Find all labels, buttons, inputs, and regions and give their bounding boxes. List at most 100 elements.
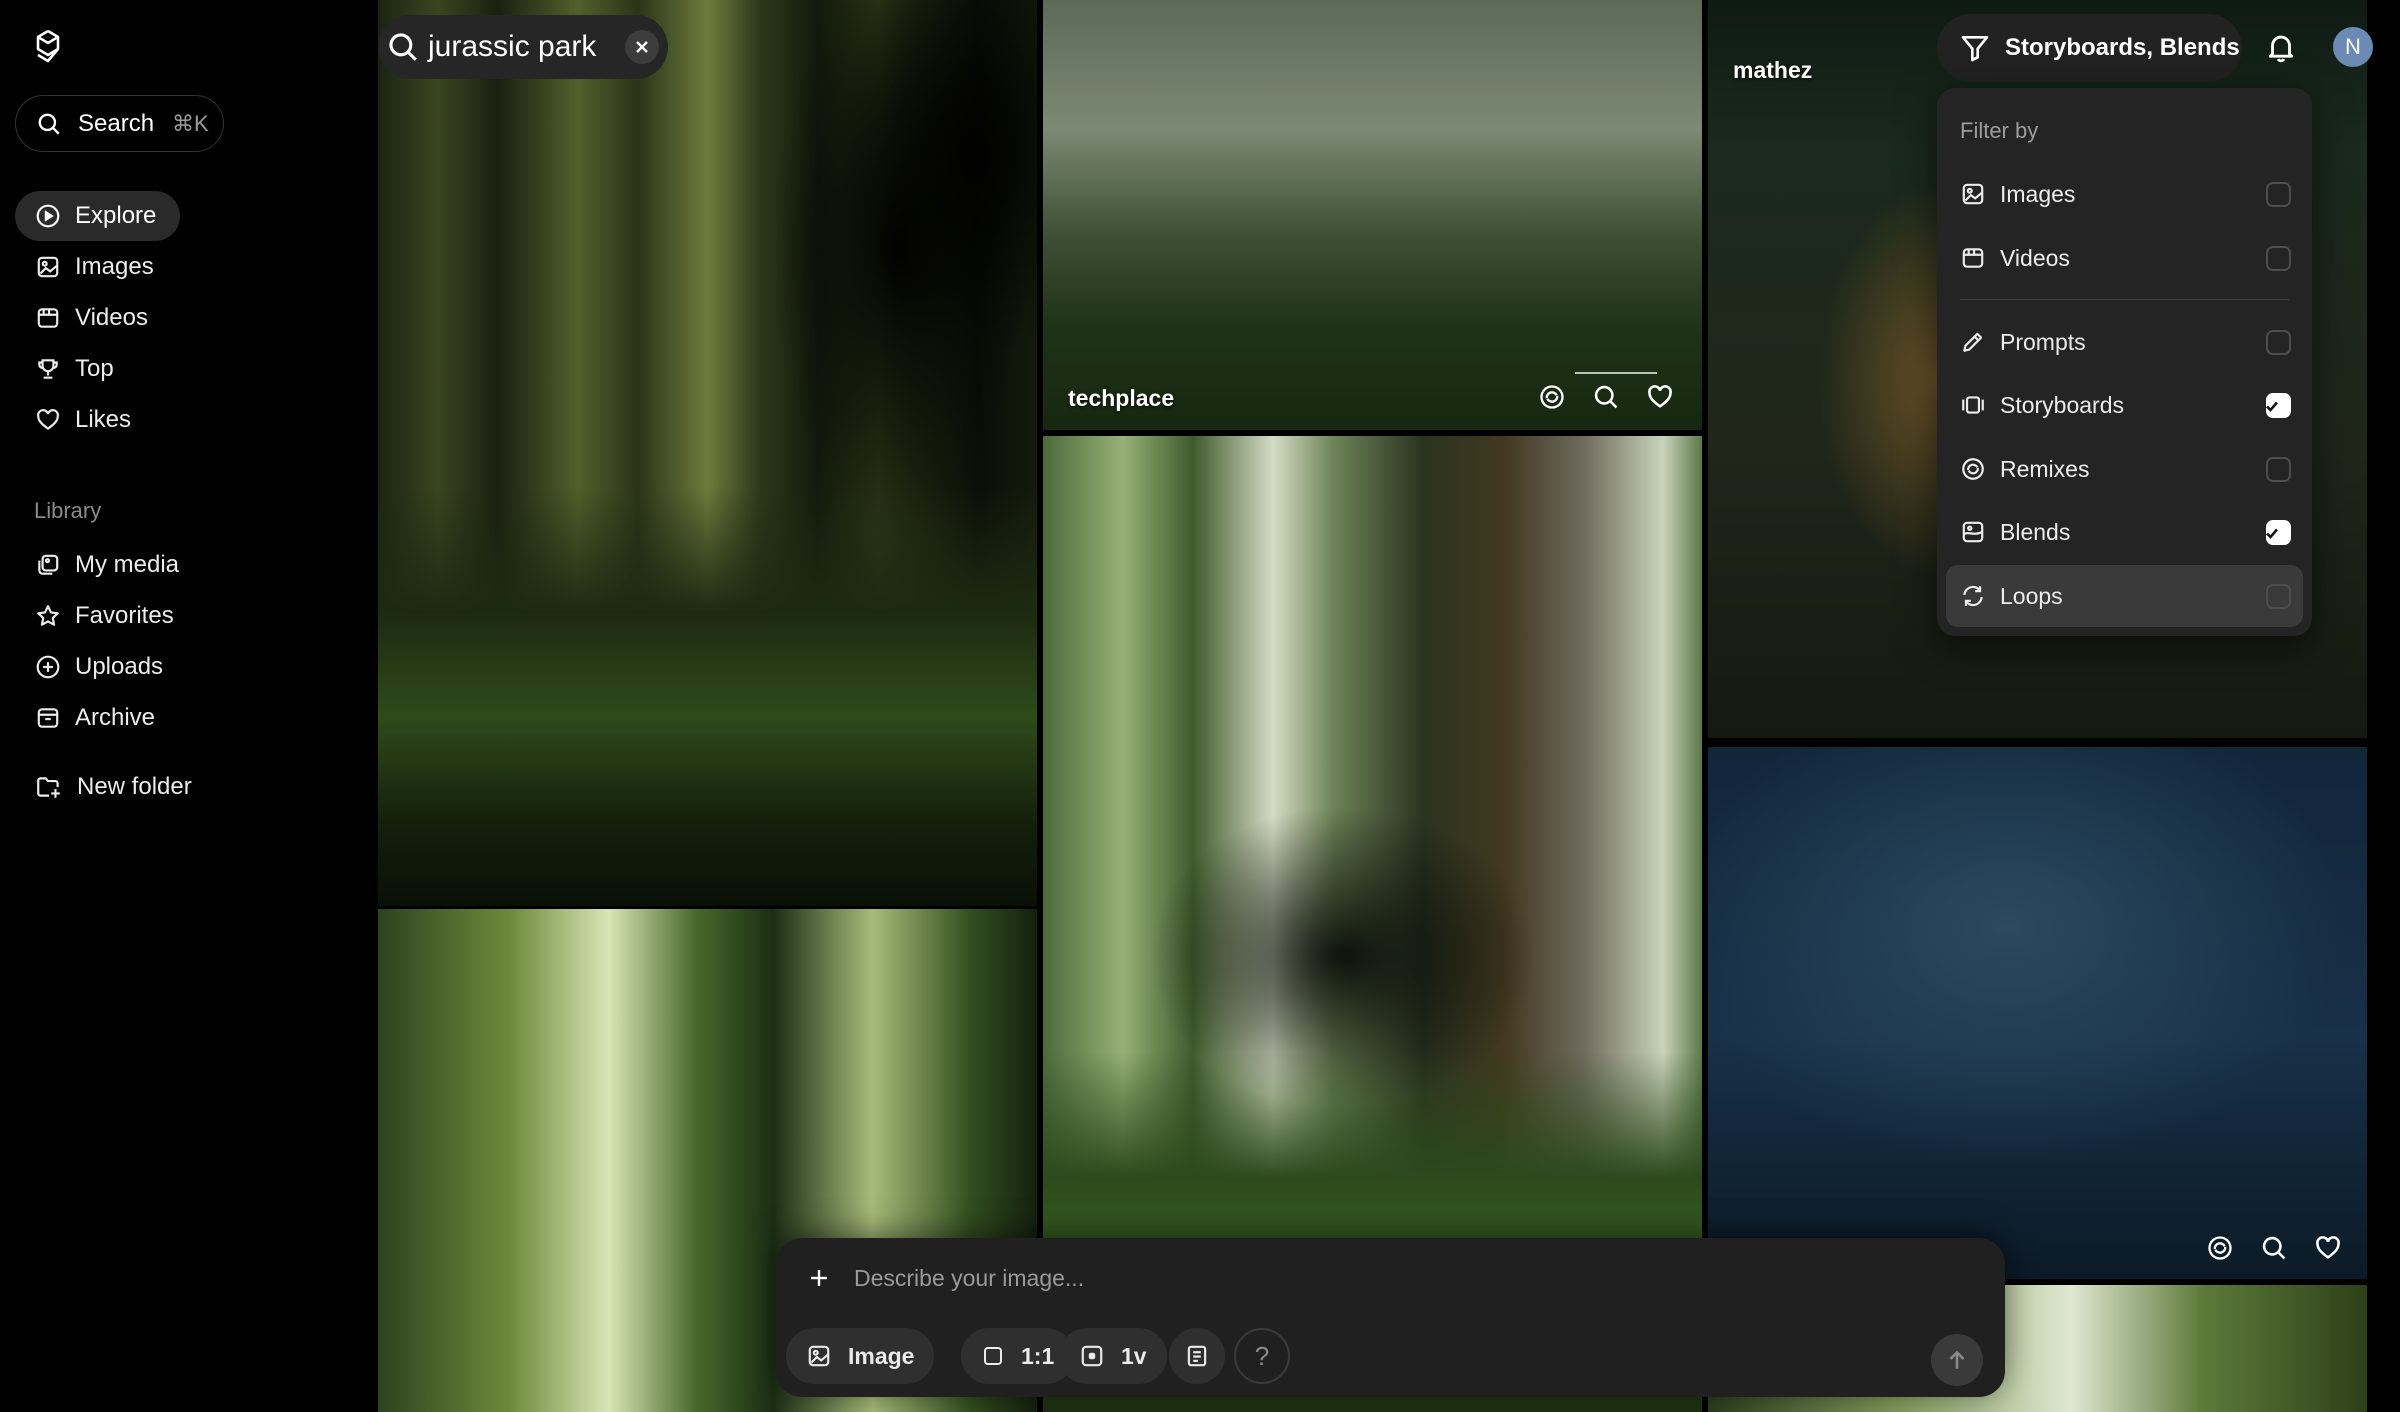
checkbox[interactable] (2266, 330, 2291, 355)
filter-dropdown: Filter by Images Videos Prompts Storyboa… (1937, 88, 2312, 636)
presets-button[interactable] (1169, 1328, 1225, 1384)
tile-username: mathez (1733, 57, 1813, 83)
filter-option-loops[interactable]: Loops (1946, 565, 2303, 627)
remix-icon[interactable] (2204, 1232, 2236, 1264)
video-icon (37, 308, 59, 328)
zoom-icon[interactable] (926, 854, 958, 886)
sidebar-item-favorites[interactable]: Favorites (15, 591, 198, 641)
sidebar-item-archive[interactable]: Archive (15, 693, 179, 743)
tile-username: techplace (1068, 385, 1175, 411)
new-folder-button[interactable]: New folder (15, 762, 216, 812)
media-tile[interactable]: bhk12 (378, 0, 1037, 906)
sidebar-item-label: Top (75, 355, 114, 382)
filter-button[interactable]: Storyboards, Blends (1937, 14, 2242, 82)
loop-icon (1963, 585, 1983, 607)
clear-search-button[interactable] (625, 30, 659, 64)
filter-option-label: Blends (2000, 518, 2071, 545)
filter-option-blends[interactable]: Blends (1946, 501, 2303, 563)
filter-option-label: Prompts (2000, 328, 2086, 355)
tile-actions (872, 854, 1012, 886)
filter-option-images[interactable]: Images (1946, 163, 2303, 225)
send-button[interactable] (1931, 1334, 1983, 1386)
notifications-bell-icon[interactable] (2260, 26, 2302, 68)
sidebar-item-uploads[interactable]: Uploads (15, 642, 187, 692)
sidebar-item-videos[interactable]: Videos (15, 293, 172, 343)
user-avatar[interactable]: N (2333, 27, 2373, 67)
zoom-icon[interactable] (1590, 381, 1622, 413)
checkbox-checked[interactable] (2265, 520, 2291, 545)
like-heart-icon[interactable] (980, 854, 1012, 886)
sidebar-item-my-media[interactable]: My media (15, 540, 203, 590)
filter-option-prompts[interactable]: Prompts (1946, 311, 2303, 373)
checkmark-icon (2265, 401, 2278, 412)
filter-funnel-icon (1961, 36, 1989, 62)
arrow-up-icon (1949, 1350, 1965, 1369)
sidebar-item-label: My media (75, 551, 180, 578)
prompt-composer: Image 1:1 1v ? (776, 1238, 2005, 1397)
image-icon (808, 1345, 830, 1367)
search-button[interactable]: Search ⌘K (15, 95, 224, 152)
checkbox[interactable] (2266, 182, 2291, 207)
trophy-icon (38, 359, 58, 379)
sidebar-item-explore[interactable]: Explore (15, 191, 181, 241)
sidebar-item-label: Archive (75, 704, 156, 731)
scrub-indicator (1575, 372, 1657, 374)
search-label: Search (78, 109, 155, 137)
remix-icon[interactable] (872, 854, 904, 886)
zoom-icon[interactable] (2258, 1232, 2290, 1264)
square-icon (984, 1347, 1002, 1365)
remix-icon[interactable] (1536, 381, 1568, 413)
scrub-indicator (912, 843, 994, 845)
close-icon (636, 41, 648, 53)
checkmark-icon (2265, 528, 2278, 539)
media-type-selector[interactable]: Image (786, 1328, 935, 1384)
tile-actions (2204, 1232, 2344, 1264)
filter-option-label: Videos (2000, 244, 2070, 271)
search-icon (378, 30, 428, 64)
search-shortcut: ⌘K (172, 110, 209, 136)
filter-option-label: Images (2000, 180, 2076, 207)
sidebar-item-top[interactable]: Top (15, 344, 138, 394)
explore-icon (36, 204, 60, 228)
checkbox[interactable] (2266, 584, 2291, 609)
filter-option-label: Remixes (2000, 455, 2090, 482)
library-heading: Library (34, 498, 102, 523)
checkbox[interactable] (2266, 457, 2291, 482)
sidebar-item-images[interactable]: Images (15, 242, 178, 292)
variations-icon (1081, 1345, 1103, 1367)
filter-option-videos[interactable]: Videos (1946, 227, 2303, 289)
add-attachment-button[interactable] (801, 1260, 837, 1296)
media-tile[interactable] (1708, 747, 2367, 1279)
storyboard-icon (1962, 396, 1984, 414)
folder-plus-icon (37, 777, 60, 798)
blend-icon (1962, 521, 1984, 543)
image-icon (1962, 183, 1984, 205)
like-heart-icon[interactable] (1644, 381, 1676, 413)
search-query-chip[interactable]: jurassic park (378, 15, 668, 79)
checkbox-checked[interactable] (2265, 393, 2291, 418)
remix-icon (1962, 458, 1984, 480)
aspect-ratio-label: 1:1 (1021, 1342, 1055, 1369)
sidebar-item-label: Uploads (75, 653, 164, 680)
archive-icon (37, 708, 59, 728)
image-icon (37, 256, 59, 278)
openai-logo-icon[interactable] (28, 26, 68, 66)
variations-label: 1v (1121, 1342, 1147, 1369)
filter-option-storyboards[interactable]: Storyboards (1946, 374, 2303, 436)
aspect-ratio-selector[interactable]: 1:1 (961, 1328, 1075, 1384)
video-icon (1962, 248, 1984, 268)
like-heart-icon[interactable] (2312, 1232, 2344, 1264)
help-button[interactable]: ? (1234, 1328, 1290, 1384)
prompt-input[interactable] (854, 1256, 1854, 1300)
divider (1960, 299, 2289, 300)
filter-option-remixes[interactable]: Remixes (1946, 438, 2303, 500)
tile-username: bhk12 (403, 858, 470, 884)
variations-selector[interactable]: 1v (1059, 1328, 1167, 1384)
sidebar-item-likes[interactable]: Likes (15, 395, 155, 445)
media-tile[interactable]: techplace (1043, 0, 1702, 430)
search-query-text: jurassic park (428, 30, 597, 63)
pencil-icon (1963, 332, 1983, 352)
checkbox[interactable] (2266, 246, 2291, 271)
sidebar-item-label: Videos (75, 304, 148, 331)
sidebar-item-label: Favorites (75, 602, 174, 629)
